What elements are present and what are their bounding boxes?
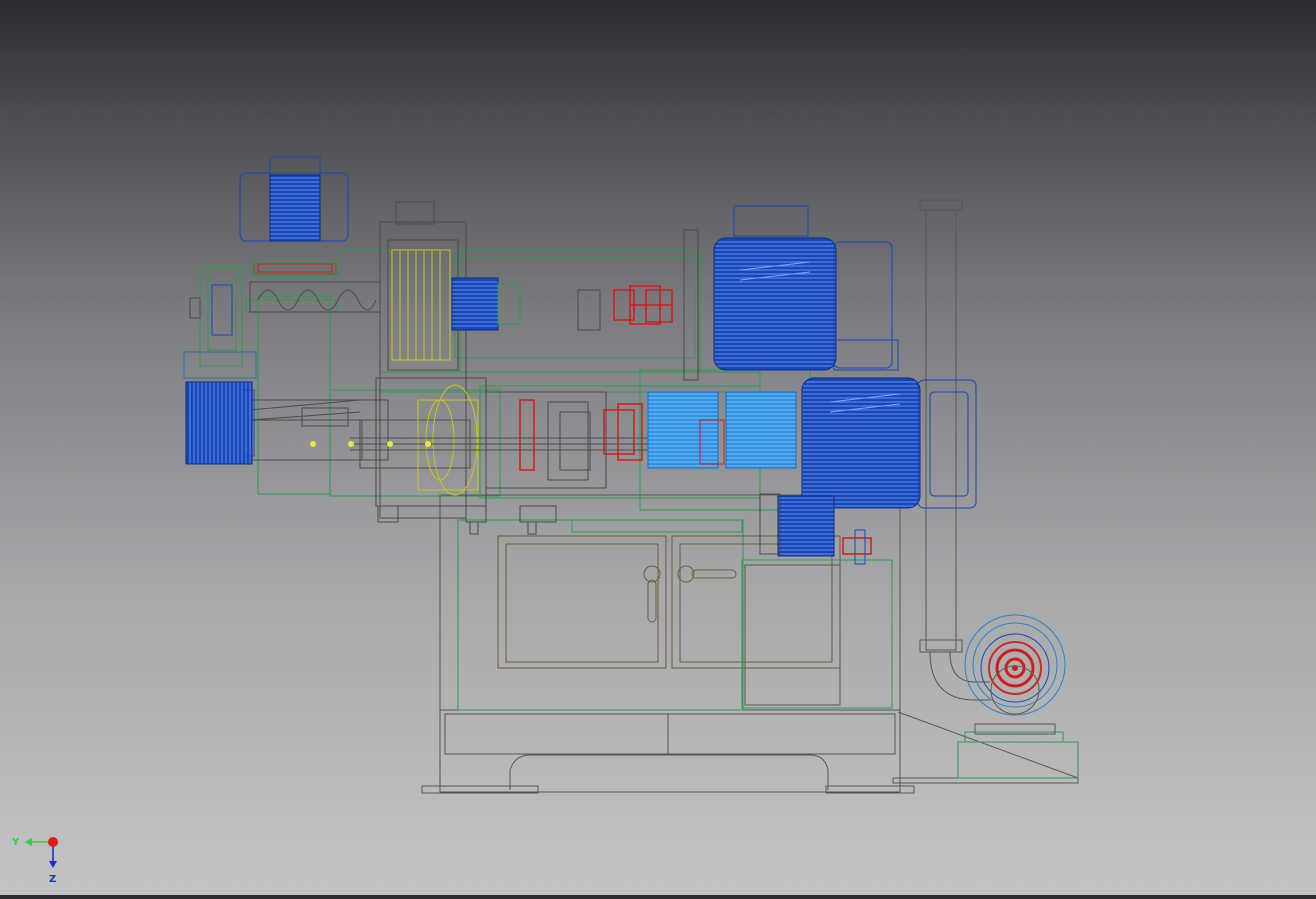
lower-main-motor [801, 377, 977, 509]
left-motor [185, 381, 253, 465]
coupling-red-mid [519, 399, 643, 471]
top-hopper-motor [239, 156, 349, 277]
cad-viewport[interactable]: Y Z [0, 0, 1316, 895]
coupling-red-lower [842, 537, 872, 555]
coupling-red-upper [613, 285, 673, 325]
z-axis-label: Z [49, 874, 56, 885]
drive-unit-cyan-2 [725, 391, 797, 469]
coordinate-triad[interactable]: Y Z [0, 825, 80, 895]
housing-wire-dark [247, 201, 699, 535]
base-frame [421, 709, 1079, 794]
x-axis-origin-icon [48, 837, 58, 847]
left-gear-unit [183, 267, 257, 379]
upper-main-motor [713, 205, 899, 371]
machine-wireframe-model[interactable] [0, 0, 1316, 895]
screw-feeder [249, 261, 381, 313]
center-gearbox [451, 277, 499, 331]
small-pump-motor [777, 495, 835, 557]
blower-fan [957, 614, 1079, 779]
drive-unit-cyan-1 [647, 391, 719, 469]
y-axis-label: Y [11, 837, 20, 848]
